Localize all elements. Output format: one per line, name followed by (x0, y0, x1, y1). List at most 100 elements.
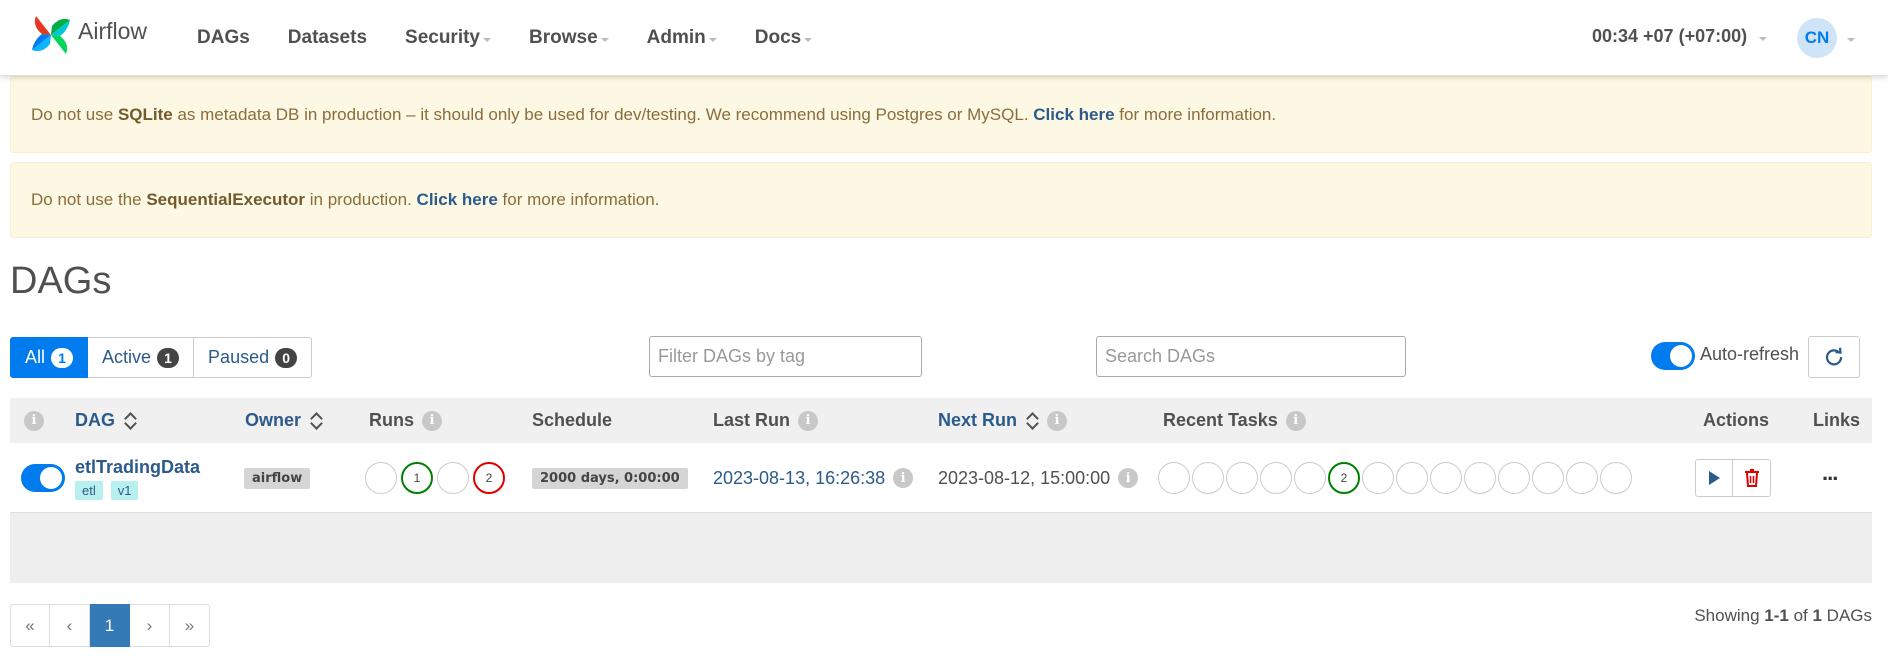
filter-paused-label: Paused (208, 347, 270, 367)
filter-active-button[interactable]: Active 1 (88, 337, 195, 378)
info-icon[interactable]: i (798, 410, 819, 431)
run-success-circle[interactable]: 1 (401, 462, 433, 494)
caret-down-icon (708, 37, 717, 42)
play-icon (1709, 471, 1720, 485)
timezone-dropdown[interactable]: 00:34 +07 (+07:00) (1592, 26, 1768, 47)
schedule-badge[interactable]: 2000 days, 0:00:00 (532, 467, 688, 489)
task-state-circle[interactable] (1600, 462, 1632, 494)
header-schedule-label: Schedule (532, 410, 613, 430)
brand-link[interactable]: Airflow (28, 12, 147, 58)
sort-icon (125, 411, 137, 431)
task-state-circle[interactable] (1566, 462, 1598, 494)
recent-tasks-cell: 2 (1158, 443, 1634, 513)
refresh-button[interactable] (1808, 336, 1860, 378)
task-state-circle[interactable] (1362, 462, 1394, 494)
sort-icon (1027, 411, 1039, 431)
auto-refresh-label: Auto-refresh (1700, 343, 1800, 364)
info-icon[interactable]: i (893, 468, 914, 488)
task-state-circle[interactable] (1158, 462, 1190, 494)
task-state-circle[interactable] (1532, 462, 1564, 494)
nav-dags-label: DAGs (197, 26, 250, 48)
task-state-circle[interactable] (1192, 462, 1224, 494)
nav-datasets-label: Datasets (287, 26, 368, 48)
owner-badge[interactable]: airflow (244, 467, 311, 489)
info-icon[interactable]: i (1118, 468, 1139, 488)
nav-dags[interactable]: DAGs (197, 27, 250, 49)
sqlite-warning-alert: Do not use SQLite as metadata DB in prod… (10, 76, 1872, 153)
info-icon[interactable]: i (1047, 410, 1068, 431)
last-run-cell: 2023-08-13, 16:26:38 i (713, 443, 914, 513)
task-state-circle[interactable] (1294, 462, 1326, 494)
dag-id-link[interactable]: etlTradingData (75, 457, 200, 478)
dag-tag[interactable]: etl (75, 480, 103, 500)
alert-text-bold: SQLite (117, 104, 173, 124)
nav-admin-label: Admin (646, 26, 706, 48)
tag-filter-input[interactable] (649, 336, 922, 377)
info-icon[interactable]: i (422, 410, 442, 431)
nav-security[interactable]: Security (405, 27, 491, 49)
showing-count: Showing 1-1 of 1 DAGs (1694, 606, 1872, 626)
run-failed-circle[interactable]: 2 (473, 462, 505, 494)
alert-click-here-link[interactable]: Click here (1033, 105, 1114, 124)
page-1-button[interactable]: 1 (90, 604, 130, 647)
avatar: CN (1797, 18, 1837, 58)
task-state-circle[interactable] (1260, 462, 1292, 494)
nav-admin[interactable]: Admin (647, 27, 717, 49)
next-page-button[interactable]: › (130, 604, 170, 647)
header-links-label: Links (1813, 410, 1861, 430)
dag-tag[interactable]: v1 (110, 480, 139, 500)
prev-page-button[interactable]: ‹ (50, 604, 90, 647)
header-next-run[interactable]: Next Run i (938, 398, 1068, 443)
last-run-link[interactable]: 2023-08-13, 16:26:38 (713, 468, 885, 489)
nav-datasets[interactable]: Datasets (288, 27, 367, 49)
header-recent-tasks-label: Recent Tasks (1163, 410, 1278, 430)
auto-refresh-toggle[interactable] (1651, 342, 1695, 370)
trash-icon (1744, 469, 1759, 487)
trigger-dag-button[interactable] (1695, 459, 1733, 497)
nav-docs[interactable]: Docs (755, 27, 813, 49)
next-run-text: 2023-08-12, 15:00:00 (938, 467, 1111, 488)
caret-down-icon (483, 37, 491, 42)
user-menu[interactable]: CN (1797, 18, 1855, 58)
header-last-run-label: Last Run (713, 410, 791, 430)
more-links-icon[interactable]: ... (1822, 460, 1838, 486)
header-owner[interactable]: Owner (245, 398, 323, 443)
filter-paused-button[interactable]: Paused 0 (194, 337, 313, 378)
search-dags-input[interactable] (1096, 336, 1406, 377)
refresh-icon (1825, 347, 1843, 366)
filter-all-button[interactable]: All 1 (10, 337, 89, 378)
showing-range: 1-1 (1764, 606, 1789, 625)
executor-warning-alert: Do not use the SequentialExecutor in pro… (10, 162, 1872, 238)
task-state-circle[interactable] (1226, 462, 1258, 494)
info-icon: i (24, 410, 44, 431)
table-empty-area (10, 513, 1872, 583)
run-state-circle[interactable] (437, 462, 469, 494)
task-state-circle[interactable] (1464, 462, 1496, 494)
status-filter-group: All 1 Active 1 Paused 0 (10, 337, 313, 378)
header-actions: Actions (1703, 398, 1769, 443)
alert-click-here-link[interactable]: Click here (417, 190, 498, 209)
delete-dag-button[interactable] (1733, 459, 1771, 497)
run-state-circle[interactable] (365, 462, 397, 494)
showing-mid: of (1788, 606, 1813, 625)
count-badge: 0 (275, 347, 298, 368)
task-state-circle[interactable] (1396, 462, 1428, 494)
pagination: « ‹ 1 › » (10, 604, 210, 647)
schedule-cell: 2000 days, 0:00:00 (532, 443, 688, 513)
header-dag[interactable]: DAG (75, 398, 137, 443)
links-cell: ... (1822, 443, 1838, 513)
nav-browse[interactable]: Browse (529, 27, 609, 49)
task-state-circle[interactable] (1498, 462, 1530, 494)
last-page-button[interactable]: » (170, 604, 210, 647)
table-row: etlTradingData etl v1 airflow 1 2 2000 da… (10, 443, 1872, 513)
task-state-circle[interactable] (1430, 462, 1462, 494)
task-success-circle[interactable]: 2 (1328, 462, 1360, 494)
dag-pause-toggle[interactable] (21, 464, 65, 492)
page-title: DAGs (10, 260, 112, 302)
alert-text-mid: in production. (305, 190, 417, 209)
first-page-button[interactable]: « (10, 604, 50, 647)
info-icon[interactable]: i (1285, 410, 1306, 431)
alert-text-mid: as metadata DB in production – it should… (172, 104, 1034, 124)
caret-down-icon (804, 37, 813, 42)
table-header: i DAG Owner Runs i Schedule Last Run i Nex… (10, 398, 1872, 443)
